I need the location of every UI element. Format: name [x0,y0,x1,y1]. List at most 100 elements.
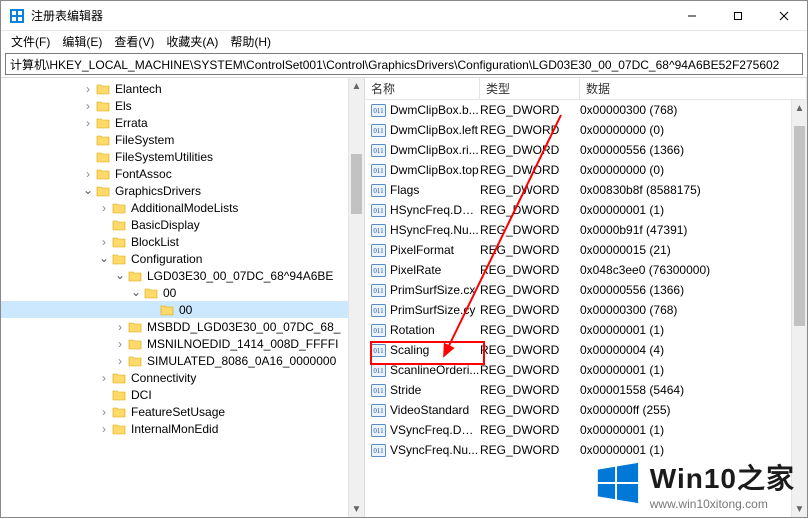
tree-item[interactable]: InternalMonEdid [1,420,348,437]
svg-text:011: 011 [373,367,384,375]
expander-icon[interactable] [81,82,95,96]
tree-item-label: BlockList [131,235,179,249]
tree-item[interactable]: 00 [1,301,348,318]
menu-file[interactable]: 文件(F) [5,32,56,51]
tree-item-label: DCI [131,388,152,402]
scroll-thumb[interactable] [794,126,805,326]
expander-icon[interactable] [97,235,111,249]
tree-item[interactable]: Connectivity [1,369,348,386]
scroll-up-icon[interactable]: ▲ [792,100,807,116]
expander-icon[interactable] [97,422,111,436]
dword-icon: 011 [370,363,386,378]
value-data: 0x00000001 (1) [580,323,791,337]
value-row[interactable]: 011VSyncFreq.Nu...REG_DWORD0x00000001 (1… [365,440,791,460]
tree-item[interactable]: GraphicsDrivers [1,182,348,199]
value-row[interactable]: 011HSyncFreq.Den...REG_DWORD0x00000001 (… [365,200,791,220]
values-list[interactable]: 011DwmClipBox.b...REG_DWORD0x00000300 (7… [365,100,791,517]
expander-icon[interactable] [81,167,95,181]
expander-icon[interactable] [81,99,95,113]
value-row[interactable]: 011VideoStandardREG_DWORD0x000000ff (255… [365,400,791,420]
dword-icon: 011 [370,143,386,158]
tree-item[interactable]: Els [1,97,348,114]
tree-item[interactable]: FileSystem [1,131,348,148]
tree-scrollbar[interactable]: ▲ ▼ [348,78,364,517]
menu-edit[interactable]: 编辑(E) [56,32,108,51]
close-button[interactable] [761,1,807,31]
value-row[interactable]: 011PrimSurfSize.cyREG_DWORD0x00000300 (7… [365,300,791,320]
value-type: REG_DWORD [480,423,580,437]
tree-item[interactable]: FontAssoc [1,165,348,182]
tree-item[interactable]: BasicDisplay [1,216,348,233]
maximize-button[interactable] [715,1,761,31]
tree-item[interactable]: MSBDD_LGD03E30_00_07DC_68_ [1,318,348,335]
value-name: Rotation [390,323,480,337]
value-row[interactable]: 011PixelRateREG_DWORD0x048c3ee0 (7630000… [365,260,791,280]
value-row[interactable]: 011ScalingREG_DWORD0x00000004 (4) [365,340,791,360]
tree-item[interactable]: MSNILNOEDID_1414_008D_FFFFI [1,335,348,352]
tree-item[interactable]: Elantech [1,80,348,97]
svg-text:011: 011 [373,427,384,435]
value-data: 0x00000000 (0) [580,123,791,137]
tree-item[interactable]: FeatureSetUsage [1,403,348,420]
folder-icon [95,150,111,164]
values-scrollbar[interactable]: ▲ ▼ [791,100,807,517]
tree-item[interactable]: AdditionalModeLists [1,199,348,216]
folder-icon [111,201,127,215]
value-row[interactable]: 011PrimSurfSize.cxREG_DWORD0x00000556 (1… [365,280,791,300]
address-bar[interactable]: 计算机\HKEY_LOCAL_MACHINE\SYSTEM\ControlSet… [5,53,803,75]
svg-text:011: 011 [373,167,384,175]
expander-icon[interactable] [113,354,127,368]
menu-favorites[interactable]: 收藏夹(A) [160,32,224,51]
scroll-up-icon[interactable]: ▲ [349,78,364,94]
menu-help[interactable]: 帮助(H) [224,32,277,51]
tree-item[interactable]: 00 [1,284,348,301]
dword-icon: 011 [370,163,386,178]
minimize-button[interactable] [669,1,715,31]
value-row[interactable]: 011ScanlineOrderi...REG_DWORD0x00000001 … [365,360,791,380]
header-name[interactable]: 名称 [365,78,480,99]
expander-icon[interactable] [81,116,95,130]
svg-text:011: 011 [373,347,384,355]
tree-item[interactable]: LGD03E30_00_07DC_68^94A6BE [1,267,348,284]
header-type[interactable]: 类型 [480,78,580,99]
tree-item[interactable]: DCI [1,386,348,403]
tree-item[interactable]: SIMULATED_8086_0A16_0000000 [1,352,348,369]
tree-item-label: LGD03E30_00_07DC_68^94A6BE [147,269,333,283]
value-row[interactable]: 011DwmClipBox.ri...REG_DWORD0x00000556 (… [365,140,791,160]
expander-icon[interactable] [129,287,143,299]
expander-icon[interactable] [113,270,127,282]
value-row[interactable]: 011PixelFormatREG_DWORD0x00000015 (21) [365,240,791,260]
value-name: VSyncFreq.Nu... [390,443,480,457]
value-row[interactable]: 011DwmClipBox.topREG_DWORD0x00000000 (0) [365,160,791,180]
value-row[interactable]: 011RotationREG_DWORD0x00000001 (1) [365,320,791,340]
scroll-thumb[interactable] [351,154,362,214]
folder-icon [127,354,143,368]
tree-item[interactable]: Configuration [1,250,348,267]
value-type: REG_DWORD [480,223,580,237]
value-row[interactable]: 011VSyncFreq.Den...REG_DWORD0x00000001 (… [365,420,791,440]
expander-icon[interactable] [81,185,95,197]
expander-icon[interactable] [97,253,111,265]
dword-icon: 011 [370,243,386,258]
expander-icon[interactable] [113,320,127,334]
value-row[interactable]: 011FlagsREG_DWORD0x00830b8f (8588175) [365,180,791,200]
expander-icon[interactable] [97,371,111,385]
tree-item[interactable]: Errata [1,114,348,131]
value-row[interactable]: 011StrideREG_DWORD0x00001558 (5464) [365,380,791,400]
expander-icon[interactable] [113,337,127,351]
folder-icon [127,337,143,351]
value-type: REG_DWORD [480,443,580,457]
value-row[interactable]: 011DwmClipBox.b...REG_DWORD0x00000300 (7… [365,100,791,120]
registry-tree[interactable]: ElantechElsErrataFileSystemFileSystemUti… [1,78,348,439]
value-row[interactable]: 011DwmClipBox.leftREG_DWORD0x00000000 (0… [365,120,791,140]
scroll-down-icon[interactable]: ▼ [349,501,364,517]
expander-icon[interactable] [97,201,111,215]
tree-item[interactable]: BlockList [1,233,348,250]
scroll-down-icon[interactable]: ▼ [792,501,807,517]
header-data[interactable]: 数据 [580,78,807,99]
value-row[interactable]: 011HSyncFreq.Nu...REG_DWORD0x0000b91f (4… [365,220,791,240]
tree-item[interactable]: FileSystemUtilities [1,148,348,165]
menu-view[interactable]: 查看(V) [108,32,160,51]
dword-icon: 011 [370,403,386,418]
expander-icon[interactable] [97,405,111,419]
